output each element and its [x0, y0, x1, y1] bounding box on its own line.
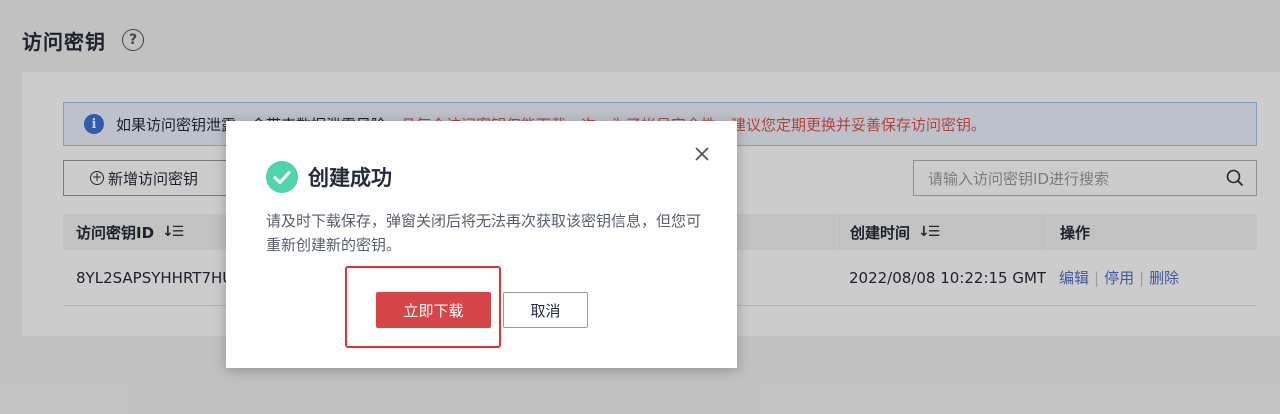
check-circle-icon — [266, 161, 298, 193]
cancel-button[interactable]: 取消 — [503, 292, 588, 328]
download-now-button[interactable]: 立即下载 — [376, 292, 491, 328]
dialog-title: 创建成功 — [308, 166, 392, 190]
dialog-message: 请及时下载保存，弹窗关闭后将无法再次获取该密钥信息，但您可重新创建新的密钥。 — [266, 212, 702, 254]
create-success-dialog: 创建成功 请及时下载保存，弹窗关闭后将无法再次获取该密钥信息，但您可重新创建新的… — [226, 121, 737, 368]
close-icon[interactable] — [693, 145, 711, 163]
